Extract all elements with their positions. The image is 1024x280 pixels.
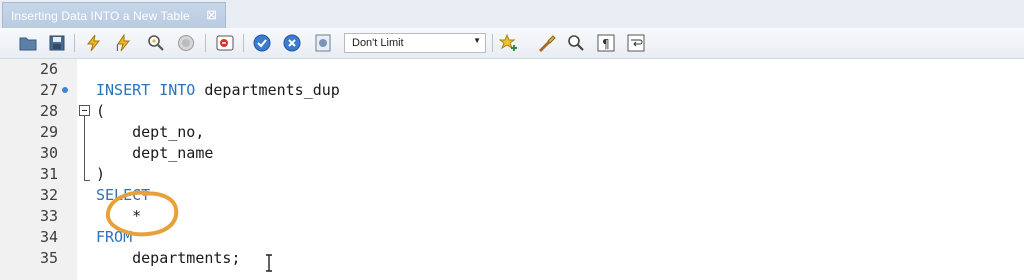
sql-editor-toolbar: I Don't Limit ▼ ¶ bbox=[0, 28, 1024, 59]
fold-toggle-icon[interactable] bbox=[79, 105, 90, 116]
dropdown-arrow-icon: ▼ bbox=[473, 36, 481, 45]
execute-icon[interactable] bbox=[84, 33, 104, 53]
line-number: 30 bbox=[39, 144, 58, 162]
toolbar-separator bbox=[492, 34, 493, 52]
code-text: ( bbox=[96, 102, 106, 120]
code-line: 34 FROM bbox=[0, 227, 1024, 248]
beautify-icon[interactable] bbox=[536, 33, 556, 53]
code-line: 28 ( bbox=[0, 101, 1024, 122]
fold-guide-end bbox=[84, 180, 90, 181]
line-number: 29 bbox=[39, 123, 58, 141]
line-number: 26 bbox=[39, 60, 58, 78]
code-text: FROM bbox=[96, 228, 133, 246]
code-text: * bbox=[96, 207, 142, 225]
tab-bar: Inserting Data INTO a New Table ⊠ bbox=[0, 0, 1024, 29]
code-text: dept_no, bbox=[96, 123, 205, 141]
code-line: 27 INSERT INTO departments_dup bbox=[0, 80, 1024, 101]
toolbar-separator bbox=[205, 34, 206, 52]
explain-icon[interactable] bbox=[146, 33, 166, 53]
code-line: 33 * bbox=[0, 206, 1024, 227]
invisible-chars-icon[interactable]: ¶ bbox=[596, 33, 616, 53]
word-wrap-icon[interactable] bbox=[626, 33, 646, 53]
line-number: 33 bbox=[39, 207, 58, 225]
rollback-icon[interactable] bbox=[282, 33, 302, 53]
code-line: 35 departments; bbox=[0, 248, 1024, 269]
line-number: 35 bbox=[39, 249, 58, 267]
current-statement-marker bbox=[62, 87, 68, 93]
execute-selection-icon[interactable]: I bbox=[114, 33, 134, 53]
line-number: 32 bbox=[39, 186, 58, 204]
close-tab-icon[interactable]: ⊠ bbox=[206, 7, 217, 23]
line-number: 34 bbox=[39, 228, 58, 246]
sql-editor[interactable]: 26 27 INSERT INTO departments_dup 28 ( 2… bbox=[0, 59, 1024, 280]
commit-icon[interactable] bbox=[252, 33, 272, 53]
limit-rows-select[interactable]: Don't Limit ▼ bbox=[344, 33, 486, 53]
svg-text:¶: ¶ bbox=[602, 37, 610, 51]
code-text: dept_name bbox=[96, 144, 214, 162]
code-line: 32 SELECT bbox=[0, 185, 1024, 206]
toggle-continue-on-error-icon[interactable] bbox=[215, 33, 235, 53]
code-text: departments; bbox=[96, 249, 241, 267]
query-tab[interactable]: Inserting Data INTO a New Table ⊠ bbox=[2, 2, 226, 28]
line-number: 27 bbox=[39, 81, 58, 99]
autocommit-icon[interactable] bbox=[313, 33, 333, 53]
line-number: 28 bbox=[39, 102, 58, 120]
svg-text:I: I bbox=[116, 44, 119, 52]
code-line: 31 ) bbox=[0, 164, 1024, 185]
query-tab-label: Inserting Data INTO a New Table bbox=[11, 8, 190, 23]
stop-icon[interactable] bbox=[176, 33, 196, 53]
code-text: INSERT INTO departments_dup bbox=[96, 81, 340, 99]
code-line: 30 dept_name bbox=[0, 143, 1024, 164]
code-text: SELECT bbox=[96, 186, 151, 204]
toolbar-separator bbox=[74, 34, 75, 52]
open-folder-icon[interactable] bbox=[18, 33, 38, 53]
line-number: 31 bbox=[39, 165, 58, 183]
add-snippet-icon[interactable] bbox=[499, 33, 519, 53]
save-icon[interactable] bbox=[47, 33, 67, 53]
code-text: ) bbox=[96, 165, 106, 183]
find-icon[interactable] bbox=[566, 33, 586, 53]
toolbar-separator bbox=[243, 34, 244, 52]
limit-rows-value: Don't Limit bbox=[352, 37, 404, 49]
code-line: 26 bbox=[0, 59, 1024, 80]
fold-guide bbox=[84, 116, 85, 180]
text-cursor-icon bbox=[266, 254, 272, 272]
code-line: 29 dept_no, bbox=[0, 122, 1024, 143]
sql-keyword: INSERT INTO bbox=[96, 81, 196, 99]
